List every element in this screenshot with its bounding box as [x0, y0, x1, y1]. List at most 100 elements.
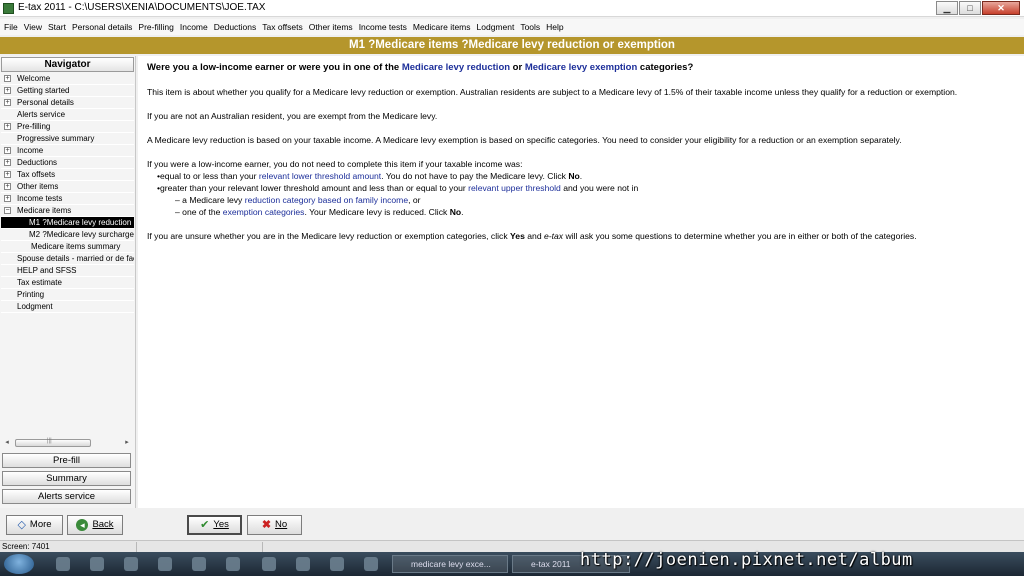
expand-icon[interactable]: +	[4, 195, 11, 202]
main-content: Were you a low-income earner or were you…	[138, 56, 1024, 508]
windows-start-icon[interactable]	[4, 554, 34, 574]
bullet-upper-threshold: •greater than your relevant lower thresh…	[157, 183, 639, 193]
medicare-levy-reduction-link[interactable]: Medicare levy reduction	[402, 62, 510, 73]
nav-item-welcome[interactable]: + Welcome	[1, 73, 134, 85]
nav-item-income-tests[interactable]: + Income tests	[1, 193, 134, 205]
taskbar-chrome-icon[interactable]	[262, 557, 276, 571]
nav-item-income[interactable]: + Income	[1, 145, 134, 157]
relevant-upper-threshold-link[interactable]: relevant upper threshold	[468, 183, 561, 193]
expand-icon[interactable]: +	[4, 183, 11, 190]
expand-icon[interactable]: +	[4, 75, 11, 82]
menu-other-items[interactable]: Other items	[309, 22, 353, 32]
expand-icon[interactable]: +	[4, 147, 11, 154]
medicare-levy-exemption-link[interactable]: Medicare levy exemption	[525, 62, 637, 73]
bullet-lower-threshold: •equal to or less than your relevant low…	[157, 171, 583, 181]
reduction-exemption-paragraph: A Medicare levy reduction is based on yo…	[147, 135, 902, 145]
alerts-service-button[interactable]: Alerts service	[2, 489, 131, 504]
back-arrow-icon: ◂	[76, 519, 89, 531]
maximize-icon[interactable]: □	[959, 1, 981, 15]
collapse-icon[interactable]: −	[4, 207, 11, 214]
navigator-tree: + Welcome + Getting started + Personal deta…	[1, 73, 134, 313]
scroll-left-icon[interactable]: ◂	[3, 438, 11, 448]
non-resident-paragraph: If you are not an Australian resident, y…	[147, 111, 438, 121]
taskbar-app-icon[interactable]	[364, 557, 378, 571]
summary-button[interactable]: Summary	[2, 471, 131, 486]
nav-item-other-items[interactable]: + Other items	[1, 181, 134, 193]
nav-item-tax-estimate[interactable]: Tax estimate	[1, 277, 134, 289]
more-button[interactable]: ◇ More	[6, 515, 63, 535]
nav-item-alerts-service[interactable]: Alerts service	[1, 109, 134, 121]
checkmark-icon: ✔	[200, 519, 210, 531]
taskbar-ie-icon[interactable]	[330, 557, 344, 571]
scroll-right-icon[interactable]: ▸	[123, 438, 131, 448]
expand-icon[interactable]: +	[4, 99, 11, 106]
nav-item-progressive-summary[interactable]: Progressive summary	[1, 133, 134, 145]
menu-file[interactable]: File	[4, 22, 18, 32]
intro-paragraph: This item is about whether you qualify f…	[147, 87, 958, 97]
taskbar-app-icon[interactable]	[90, 557, 104, 571]
nav-item-help-and-sfss[interactable]: HELP and SFSS	[1, 265, 134, 277]
menu-personal-details[interactable]: Personal details	[72, 22, 132, 32]
etax-app-icon	[3, 3, 14, 14]
taskbar-task-medicare[interactable]: medicare levy exce...	[392, 555, 508, 573]
screen-number: Screen: 7401	[2, 542, 50, 551]
status-divider	[262, 542, 263, 552]
close-icon[interactable]: ✕	[982, 1, 1020, 15]
scrollbar-thumb[interactable]	[15, 438, 91, 447]
pre-fill-button[interactable]: Pre-fill	[2, 453, 131, 468]
page-question: Were you a low-income earner or were you…	[147, 62, 694, 73]
taskbar-app-icon[interactable]	[226, 557, 240, 571]
expand-icon[interactable]: +	[4, 123, 11, 130]
nav-item-medicare-items-summary[interactable]: Medicare items summary	[1, 241, 134, 253]
menu-deductions[interactable]: Deductions	[214, 22, 257, 32]
nav-item-pre-filling[interactable]: + Pre-filling	[1, 121, 134, 133]
back-button[interactable]: ◂ Back	[67, 515, 123, 535]
relevant-lower-threshold-link[interactable]: relevant lower threshold amount	[259, 171, 381, 181]
dash-family-income: – a Medicare levy reduction category bas…	[175, 195, 421, 205]
menu-start[interactable]: Start	[48, 22, 66, 32]
taskbar-app-icon[interactable]	[296, 557, 310, 571]
nav-item-medicare-items[interactable]: − Medicare items	[1, 205, 134, 217]
nav-item-spouse-details[interactable]: Spouse details - married or de facto	[1, 253, 134, 265]
yes-button[interactable]: ✔ Yes	[187, 515, 242, 535]
nav-item-m1-medicare-levy-reduction[interactable]: M1 ?Medicare levy reduction	[1, 217, 134, 229]
nav-item-getting-started[interactable]: + Getting started	[1, 85, 134, 97]
low-income-section: If you were a low-income earner, you do …	[147, 158, 1015, 218]
unsure-paragraph: If you are unsure whether you are in the…	[147, 231, 917, 241]
taskbar-app-icon[interactable]	[56, 557, 70, 571]
no-button[interactable]: ✖ No	[247, 515, 302, 535]
nav-item-deductions[interactable]: + Deductions	[1, 157, 134, 169]
expand-icon[interactable]: +	[4, 87, 11, 94]
menu-lodgment[interactable]: Lodgment	[477, 22, 515, 32]
exemption-categories-link[interactable]: exemption categories	[223, 207, 305, 217]
menu-view[interactable]: View	[24, 22, 42, 32]
menu-pre-filling[interactable]: Pre-filling	[138, 22, 173, 32]
expand-icon[interactable]: +	[4, 171, 11, 178]
menu-income[interactable]: Income	[180, 22, 208, 32]
taskbar-app-icon[interactable]	[158, 557, 172, 571]
reduction-category-family-income-link[interactable]: reduction category based on family incom…	[245, 195, 408, 205]
low-income-intro: If you were a low-income earner, you do …	[147, 159, 523, 169]
navigator-panel: Navigator + Welcome + Getting started + Per…	[0, 56, 136, 508]
nav-item-lodgment[interactable]: Lodgment	[1, 301, 134, 313]
nav-item-m2-medicare-levy-surcharge[interactable]: M2 ?Medicare levy surcharge	[1, 229, 134, 241]
nav-item-printing[interactable]: Printing	[1, 289, 134, 301]
menu-tools[interactable]: Tools	[520, 22, 540, 32]
window-controls: ▁ □ ✕	[935, 1, 1020, 15]
title-bar: E-tax 2011 - C:\USERS\XENIA\DOCUMENTS\JO…	[0, 0, 1024, 17]
navigator-title: Navigator	[1, 57, 134, 72]
minimize-icon[interactable]: ▁	[936, 1, 958, 15]
menu-income-tests[interactable]: Income tests	[359, 22, 407, 32]
menu-help[interactable]: Help	[546, 22, 563, 32]
menu-bar: File View Start Personal details Pre-fil…	[0, 19, 1024, 35]
taskbar-app-icon[interactable]	[192, 557, 206, 571]
taskbar-app-icon[interactable]	[124, 557, 138, 571]
menu-tax-offsets[interactable]: Tax offsets	[262, 22, 302, 32]
nav-item-personal-details[interactable]: + Personal details	[1, 97, 134, 109]
navigator-horizontal-scrollbar[interactable]: ◂ ▸	[3, 438, 131, 448]
bottom-button-bar: ◇ More ◂ Back ✔ Yes ✖ No	[0, 512, 1024, 538]
menu-medicare-items[interactable]: Medicare items	[413, 22, 471, 32]
expand-icon[interactable]: +	[4, 159, 11, 166]
watermark-text: http://joenien.pixnet.net/album	[580, 550, 913, 570]
nav-item-tax-offsets[interactable]: + Tax offsets	[1, 169, 134, 181]
